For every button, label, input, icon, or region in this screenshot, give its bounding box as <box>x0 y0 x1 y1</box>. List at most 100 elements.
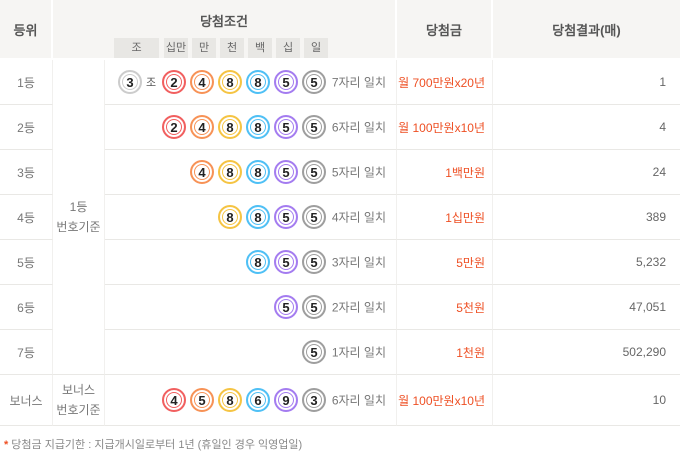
number-ball: 9 <box>274 388 298 412</box>
lottery-results-panel: 등위 당첨조건 조 십만 만 천 백 십 일 당첨금 당첨결과(매) 1등 1등 번호기준 3 조 2… <box>0 0 680 452</box>
match-condition-label: 5자리 일치 <box>331 165 386 180</box>
footnote-text: 당첨금 지급기한 : 지급개시일로부터 1년 (휴일인 경우 익영업일) <box>11 439 303 451</box>
ball-number: 5 <box>310 119 318 135</box>
digit-label: 만 <box>192 38 216 58</box>
numbers-cell: 5 1자리 일치 <box>105 330 397 375</box>
rank-cell: 6등 <box>0 285 53 330</box>
ball-number: 5 <box>310 74 318 90</box>
rank-cell: 4등 <box>0 195 53 240</box>
ball-number: 5 <box>282 209 290 225</box>
digit-label: 십 <box>276 38 300 58</box>
rank-cell: 2등 <box>0 105 53 150</box>
digit-slot: 5 <box>302 205 330 229</box>
bonus-row: 보너스 보너스 번호기준 4 5 8 6 9 3 6자리 일치 월 100만원x10년 10 <box>0 375 680 426</box>
basis-line: 번호기준 <box>56 220 101 234</box>
ball-number: 5 <box>310 299 318 315</box>
digit-label: 십만 <box>164 38 188 58</box>
ball-number: 6 <box>254 392 262 408</box>
prize-cell: 5만원 <box>397 240 493 285</box>
numbers-cell: 4 5 8 6 9 3 6자리 일치 <box>105 375 397 426</box>
digit-slot: 5 <box>274 160 302 184</box>
ball-number: 5 <box>282 74 290 90</box>
lottery-results-table: 등위 당첨조건 조 십만 만 천 백 십 일 당첨금 당첨결과(매) 1등 1등 번호기준 3 조 2… <box>0 0 680 426</box>
numbers-cell: 4 8 8 5 5 5자리 일치 <box>105 150 397 195</box>
number-ball: 4 <box>190 115 214 139</box>
number-ball-row: 8 5 5 3자리 일치 <box>105 250 396 274</box>
digit-position-strip: 조 십만 만 천 백 십 일 <box>114 38 395 58</box>
number-ball: 4 <box>190 70 214 94</box>
numbers-cell: 3 조 2 4 8 8 5 5 7자리 일치 <box>105 60 397 105</box>
digit-slot: 4 <box>162 388 190 412</box>
number-ball-row: 3 조 2 4 8 8 5 5 7자리 일치 <box>105 70 396 94</box>
digit-slot: 5 <box>302 70 330 94</box>
number-ball: 8 <box>246 70 270 94</box>
footnote-asterisk-icon: * <box>4 439 9 451</box>
number-ball-row: 4 5 8 6 9 3 6자리 일치 <box>105 388 396 412</box>
ball-number: 5 <box>310 209 318 225</box>
number-ball: 8 <box>218 160 242 184</box>
match-condition-label: 1자리 일치 <box>331 345 386 360</box>
digit-slot: 2 <box>162 115 190 139</box>
number-ball: 8 <box>218 388 242 412</box>
digit-slot: 8 <box>218 388 246 412</box>
number-ball: 2 <box>162 70 186 94</box>
digit-slot: 8 <box>246 205 274 229</box>
ball-number: 8 <box>226 392 234 408</box>
ball-number: 5 <box>198 392 206 408</box>
match-condition-label: 2자리 일치 <box>331 300 386 315</box>
numbers-cell: 8 5 5 3자리 일치 <box>105 240 397 285</box>
digit-slot: 8 <box>218 115 246 139</box>
ball-number: 2 <box>170 74 178 90</box>
ball-number: 8 <box>254 74 262 90</box>
number-ball: 5 <box>302 160 326 184</box>
ball-number: 5 <box>310 164 318 180</box>
prize-cell: 1십만원 <box>397 195 493 240</box>
digit-slot: 5 <box>302 160 330 184</box>
digit-slot: 5 <box>274 70 302 94</box>
prize-cell: 월 100만원x10년 <box>397 105 493 150</box>
number-ball: 5 <box>302 115 326 139</box>
number-ball-row: 2 4 8 8 5 5 6자리 일치 <box>105 115 396 139</box>
digit-slot: 5 <box>190 388 218 412</box>
prize-cell: 월 700만원x20년 <box>397 60 493 105</box>
digit-slot: 8 <box>246 160 274 184</box>
ball-number: 5 <box>282 254 290 270</box>
ball-number: 5 <box>282 164 290 180</box>
number-ball: 5 <box>274 115 298 139</box>
basis-cell-main: 1등 번호기준 <box>53 60 105 375</box>
digit-slot: 8 <box>246 250 274 274</box>
number-ball: 8 <box>246 250 270 274</box>
number-ball: 5 <box>302 70 326 94</box>
ball-number: 3 <box>310 392 318 408</box>
rank-row-1: 1등 1등 번호기준 3 조 2 4 8 8 5 5 7자리 일치 월 700만원x20년 1 <box>0 60 680 375</box>
winner-count-cell: 10 <box>493 375 680 426</box>
number-ball: 5 <box>302 295 326 319</box>
number-ball: 6 <box>246 388 270 412</box>
ball-number: 9 <box>282 392 290 408</box>
match-condition-label: 6자리 일치 <box>331 393 386 408</box>
number-ball: 5 <box>274 160 298 184</box>
prize-cell: 1천원 <box>397 330 493 375</box>
ball-number: 8 <box>254 164 262 180</box>
winner-count-cell: 24 <box>493 150 680 195</box>
prize-cell: 1백만원 <box>397 150 493 195</box>
number-ball: 8 <box>218 115 242 139</box>
number-ball: 3 <box>302 388 326 412</box>
ball-number: 5 <box>310 254 318 270</box>
digit-slot: 5 <box>302 340 330 364</box>
header-rank: 등위 <box>0 0 53 60</box>
number-ball: 8 <box>246 115 270 139</box>
ball-number: 4 <box>170 392 178 408</box>
number-ball: 5 <box>274 70 298 94</box>
rank-cell: 보너스 <box>0 375 53 426</box>
digit-slot: 3 <box>302 388 330 412</box>
digit-slot: 5 <box>274 115 302 139</box>
ball-number: 4 <box>198 74 206 90</box>
digit-label: 일 <box>304 38 328 58</box>
header-condition: 당첨조건 조 십만 만 천 백 십 일 <box>53 0 397 60</box>
ball-number: 4 <box>198 119 206 135</box>
number-ball: 5 <box>302 340 326 364</box>
numbers-cell: 5 5 2자리 일치 <box>105 285 397 330</box>
digit-label: 천 <box>220 38 244 58</box>
ball-number: 5 <box>282 299 290 315</box>
